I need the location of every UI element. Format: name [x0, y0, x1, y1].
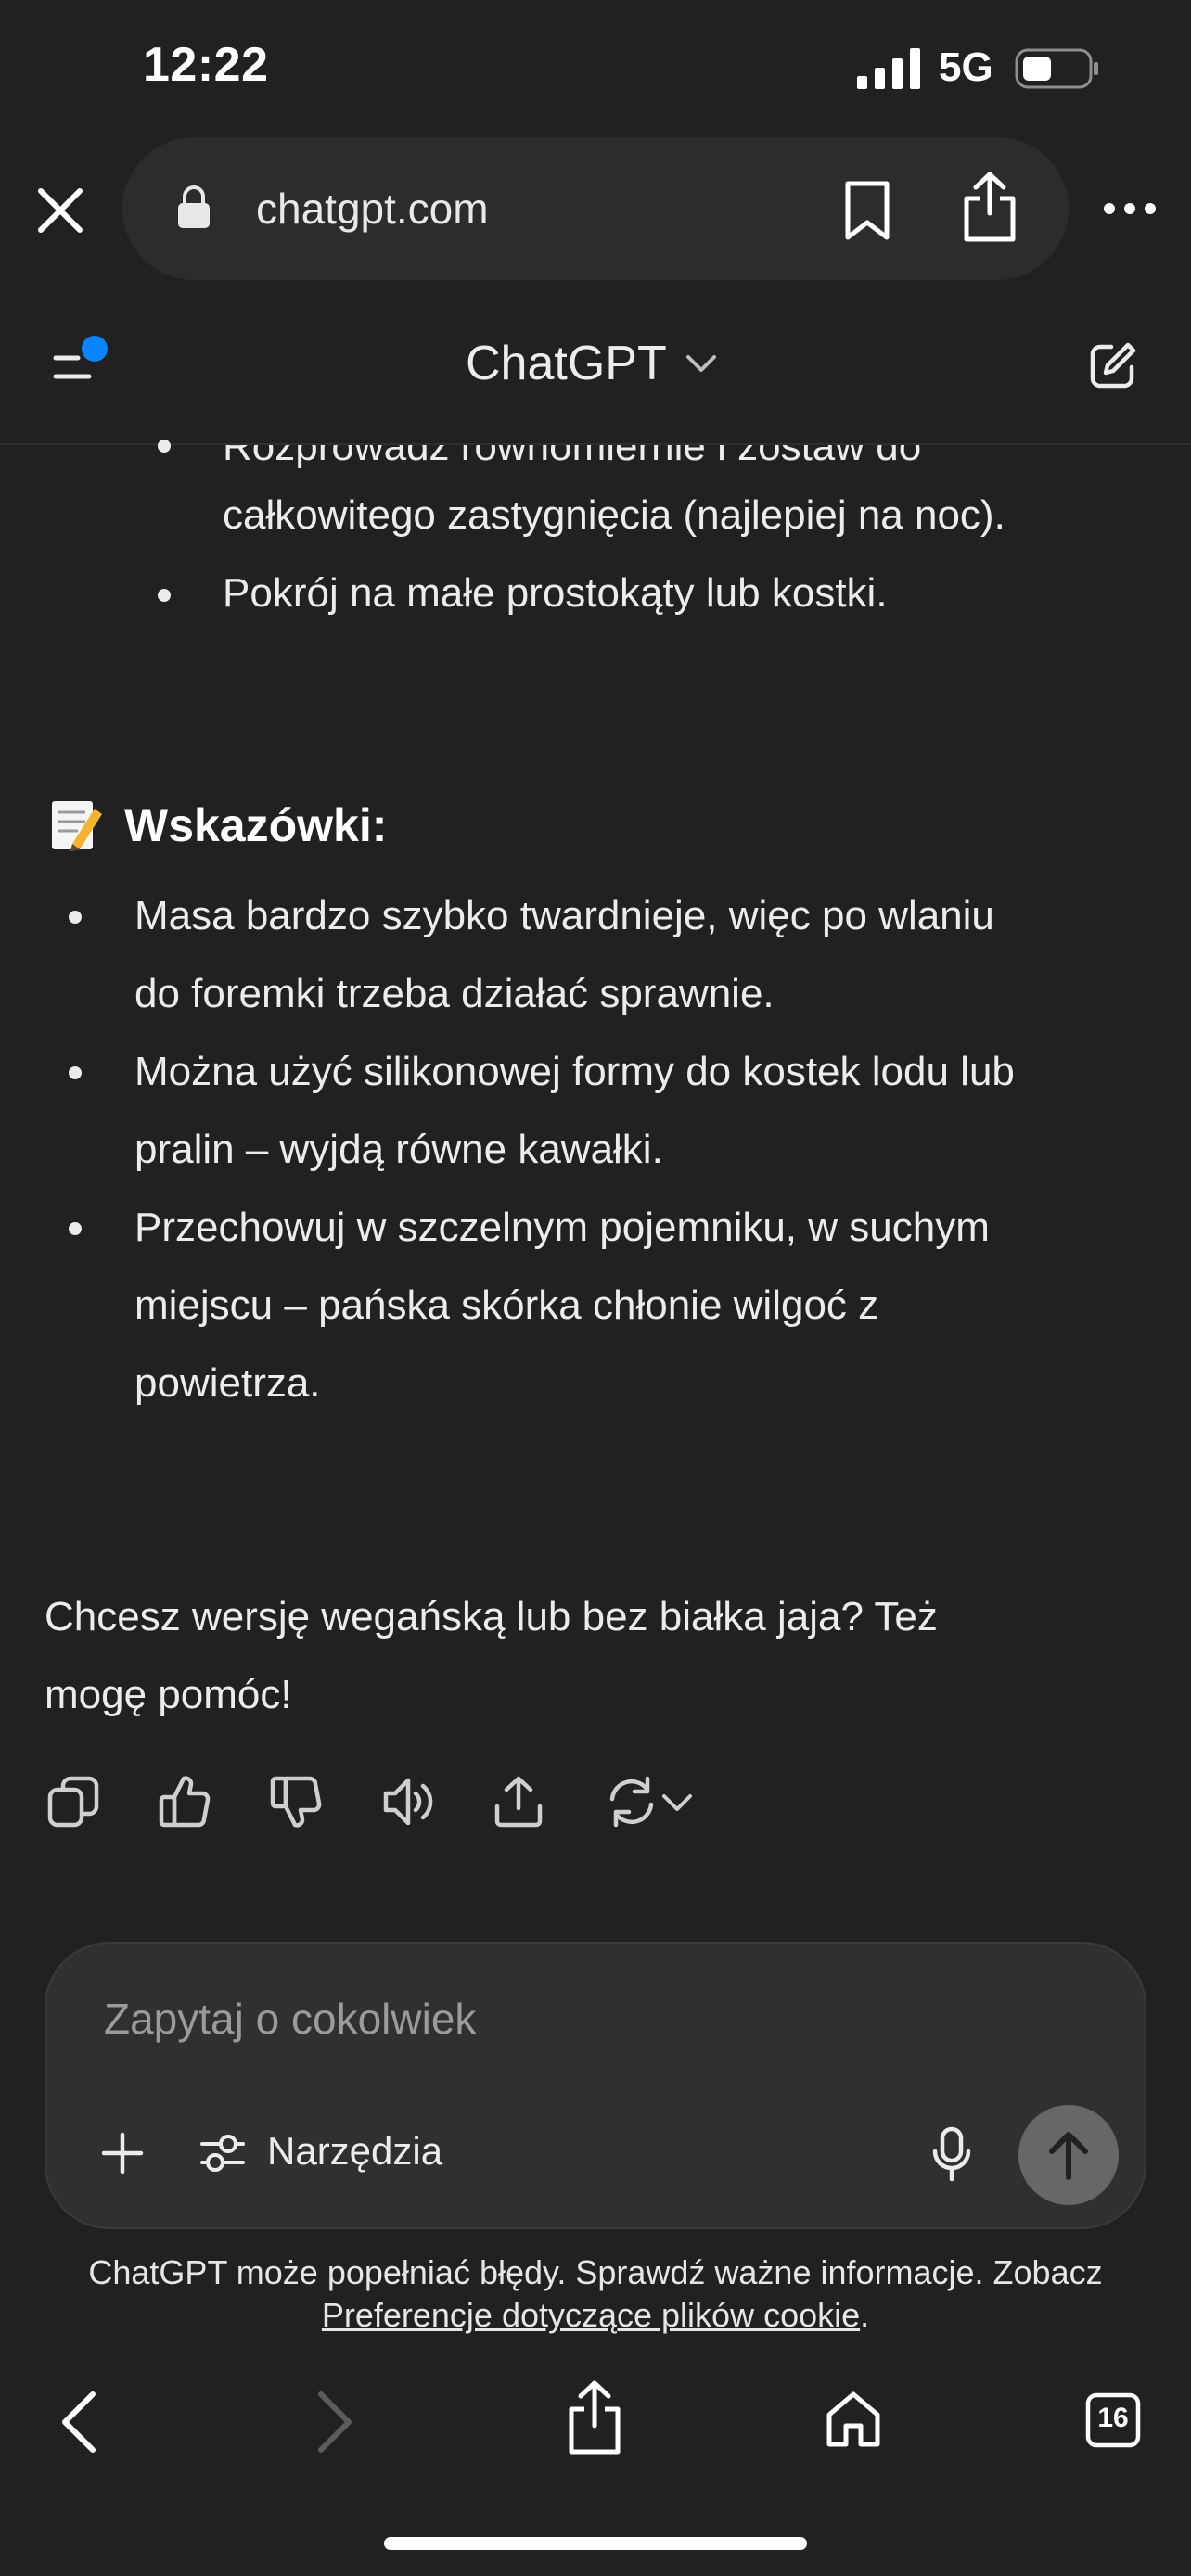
disclaimer-text: ChatGPT może popełniać błędy. Sprawdź wa… [88, 2253, 1103, 2291]
bullet-dot [158, 589, 171, 602]
list-item-line: Masa bardzo szybko twardnieje, więc po w… [134, 893, 994, 938]
list-item-line: miejscu – pańska skórka chłonie wilgoć z [134, 1282, 879, 1328]
bookmark-icon[interactable] [842, 180, 892, 241]
notification-dot [82, 336, 108, 362]
mic-icon[interactable] [931, 2125, 972, 2183]
tab-count: 16 [1097, 2403, 1129, 2433]
disclaimer-suffix: . [860, 2296, 870, 2334]
bullet-dot [69, 911, 82, 924]
composer[interactable] [45, 1942, 1146, 2229]
list-item-line: powietrza. [134, 1360, 321, 1406]
app-title[interactable]: ChatGPT [466, 336, 667, 391]
list-item-line: całkowitego zastygnięcia (najlepiej na n… [223, 492, 1005, 538]
tools-icon[interactable] [198, 2131, 247, 2175]
home-icon[interactable] [824, 2389, 883, 2450]
tabs-button[interactable]: 16 [1085, 2392, 1141, 2448]
tips-heading: Wskazówki: [124, 799, 388, 851]
url-text[interactable]: chatgpt.com [256, 184, 489, 234]
copy-icon[interactable] [46, 1775, 100, 1829]
network-type: 5G [939, 45, 993, 90]
forward-icon[interactable] [315, 2391, 356, 2454]
thumbs-down-icon[interactable] [269, 1775, 323, 1829]
home-indicator [384, 2537, 807, 2550]
share-icon[interactable] [492, 1775, 545, 1829]
regenerate-icon[interactable] [605, 1775, 659, 1829]
close-icon[interactable] [35, 185, 85, 236]
chevron-down-icon[interactable] [685, 352, 718, 375]
message-input[interactable]: Zapytaj o cokolwiek [104, 1994, 476, 2044]
list-item-line: do foremki trzeba działać sprawnie. [134, 971, 775, 1016]
send-button[interactable] [1018, 2105, 1119, 2205]
back-icon[interactable] [58, 2391, 98, 2454]
memo-emoji-icon [52, 801, 102, 851]
new-chat-icon[interactable] [1087, 339, 1139, 391]
more-icon[interactable] [1102, 200, 1158, 217]
list-item-line: Przechowuj w szczelnym pojemniku, w such… [134, 1205, 990, 1250]
closing-line: Chcesz wersję wegańską lub bez białka ja… [45, 1594, 938, 1639]
bullet-dot [69, 1222, 82, 1235]
chevron-down-icon[interactable] [660, 1792, 694, 1814]
closing-line: mogę pomóc! [45, 1672, 292, 1717]
bullet-dot [69, 1066, 82, 1079]
lock-icon [178, 185, 210, 228]
list-item-line: Można użyć silikonowej formy do kostek l… [134, 1049, 1015, 1094]
battery-icon [1015, 48, 1098, 89]
tools-button[interactable]: Narzędzia [267, 2129, 442, 2174]
share-icon[interactable] [961, 171, 1018, 243]
signal-icon [857, 48, 920, 89]
plus-icon[interactable] [100, 2131, 145, 2175]
arrow-up-icon [1049, 2132, 1088, 2180]
list-item-line: pralin – wyjdą równe kawałki. [134, 1127, 663, 1172]
bullet-dot [158, 440, 171, 453]
thumbs-up-icon[interactable] [158, 1775, 211, 1829]
cookie-preferences-link[interactable]: Preferencje dotyczące plików cookie [322, 2296, 860, 2334]
list-item-line: Pokrój na małe prostokąty lub kostki. [223, 570, 888, 616]
share-icon[interactable] [566, 2379, 623, 2455]
disclaimer: ChatGPT może popełniać błędy. Sprawdź wa… [0, 2251, 1191, 2337]
status-time: 12:22 [143, 38, 269, 92]
read-aloud-icon[interactable] [380, 1775, 434, 1829]
